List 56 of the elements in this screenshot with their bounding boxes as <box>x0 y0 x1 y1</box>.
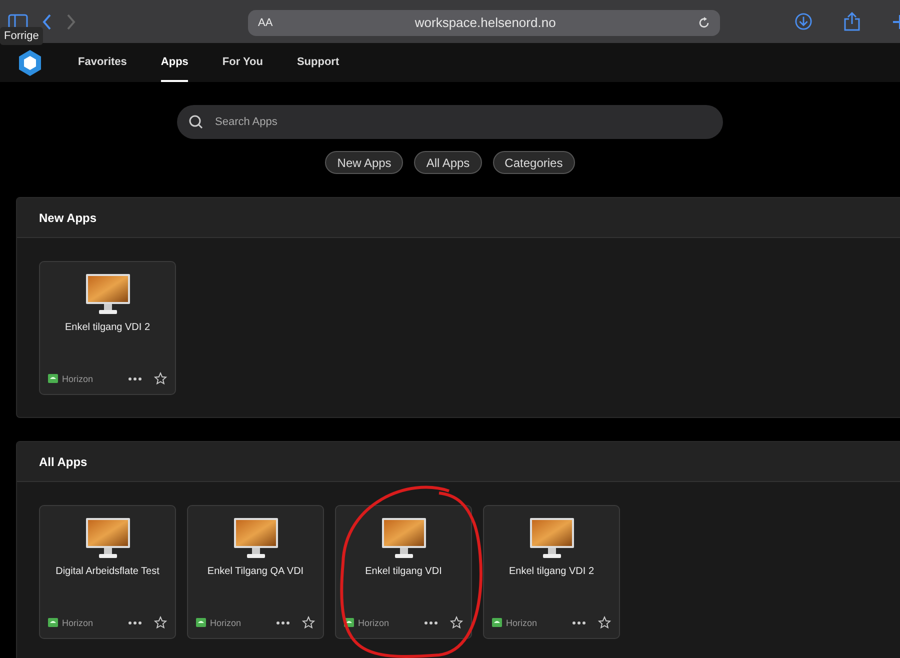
reload-icon[interactable] <box>698 16 710 28</box>
favorite-star-button[interactable] <box>450 616 463 629</box>
more-button[interactable] <box>572 620 586 624</box>
app-card[interactable]: Enkel tilgang VDI 2 Horizon <box>39 261 176 395</box>
app-name: Enkel tilgang VDI 2 <box>508 566 594 577</box>
section-title: New Apps <box>17 198 900 238</box>
download-icon[interactable] <box>795 13 812 30</box>
share-icon[interactable] <box>844 12 860 31</box>
app-source-label: Horizon <box>506 618 538 628</box>
monitor-icon <box>86 274 130 314</box>
app-card[interactable]: Enkel tilgang VDI Horizon <box>335 505 472 639</box>
more-button[interactable] <box>128 620 142 624</box>
monitor-icon <box>530 518 574 558</box>
section-title: All Apps <box>17 442 900 482</box>
more-button[interactable] <box>128 376 142 380</box>
nav-tab[interactable]: Favorites <box>78 43 127 82</box>
nav-tab[interactable]: Support <box>296 43 340 82</box>
nav-tab[interactable]: For You <box>222 43 263 82</box>
app-name: Enkel tilgang VDI <box>365 566 442 577</box>
nav-tab[interactable]: Apps <box>160 43 188 82</box>
monitor-icon <box>382 518 426 558</box>
reader-button[interactable]: AA <box>258 16 273 28</box>
app-name: Enkel Tilgang QA VDI <box>207 566 304 577</box>
horizon-icon <box>196 618 206 627</box>
app-source-label: Horizon <box>62 374 94 384</box>
favorite-star-button[interactable] <box>302 616 315 629</box>
favorite-star-button[interactable] <box>154 372 167 385</box>
monitor-icon <box>86 518 130 558</box>
app-card[interactable]: Enkel Tilgang QA VDI Horizon <box>187 505 324 639</box>
horizon-icon <box>48 618 58 627</box>
url-text: workspace.helsenord.no <box>414 15 557 30</box>
monitor-icon <box>234 518 278 558</box>
filter-button[interactable]: All Apps <box>414 151 482 174</box>
app-source-label: Horizon <box>210 618 242 628</box>
search-field[interactable]: Search Apps <box>177 105 723 139</box>
app-source-label: Horizon <box>358 618 390 628</box>
app-source-label: Horizon <box>62 618 94 628</box>
horizon-icon <box>48 374 58 383</box>
more-button[interactable] <box>276 620 290 624</box>
favorite-star-button[interactable] <box>598 616 611 629</box>
filter-button[interactable]: New Apps <box>325 151 404 174</box>
back-icon[interactable] <box>42 14 52 30</box>
app-card[interactable]: Enkel tilgang VDI 2 Horizon <box>483 505 620 639</box>
app-card[interactable]: Digital Arbeidsflate Test Horizon <box>39 505 176 639</box>
tooltip: Forrige <box>0 27 43 45</box>
favorite-star-button[interactable] <box>154 616 167 629</box>
search-icon <box>189 115 203 129</box>
more-button[interactable] <box>424 620 438 624</box>
app-name: Enkel tilgang VDI 2 <box>64 322 150 333</box>
plus-icon[interactable] <box>892 14 900 30</box>
app-name: Digital Arbeidsflate Test <box>56 566 160 577</box>
search-input[interactable]: Search Apps <box>213 115 711 129</box>
address-bar[interactable]: AA workspace.helsenord.no <box>248 10 720 36</box>
logo-icon[interactable] <box>18 50 42 76</box>
filter-button[interactable]: Categories <box>492 151 575 174</box>
horizon-icon <box>492 618 502 627</box>
